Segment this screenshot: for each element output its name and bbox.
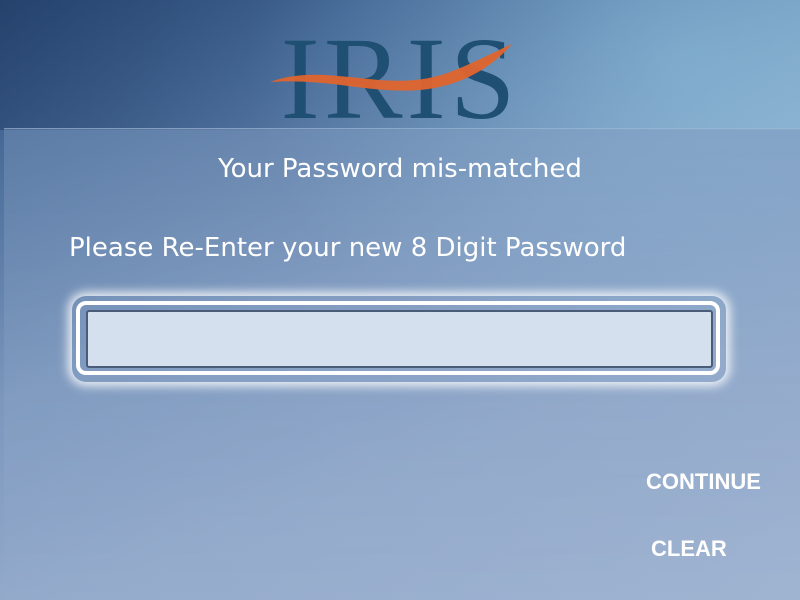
password-prompt: Please Re-Enter your new 8 Digit Passwor… [69,233,627,263]
password-input[interactable] [86,310,713,368]
continue-button[interactable]: CONTINUE [646,469,761,495]
error-message: Your Password mis-matched [218,154,582,184]
logo-wordmark: IRIS [281,20,520,125]
clear-button[interactable]: CLEAR [651,536,727,562]
iris-logo: IRIS [270,20,520,125]
